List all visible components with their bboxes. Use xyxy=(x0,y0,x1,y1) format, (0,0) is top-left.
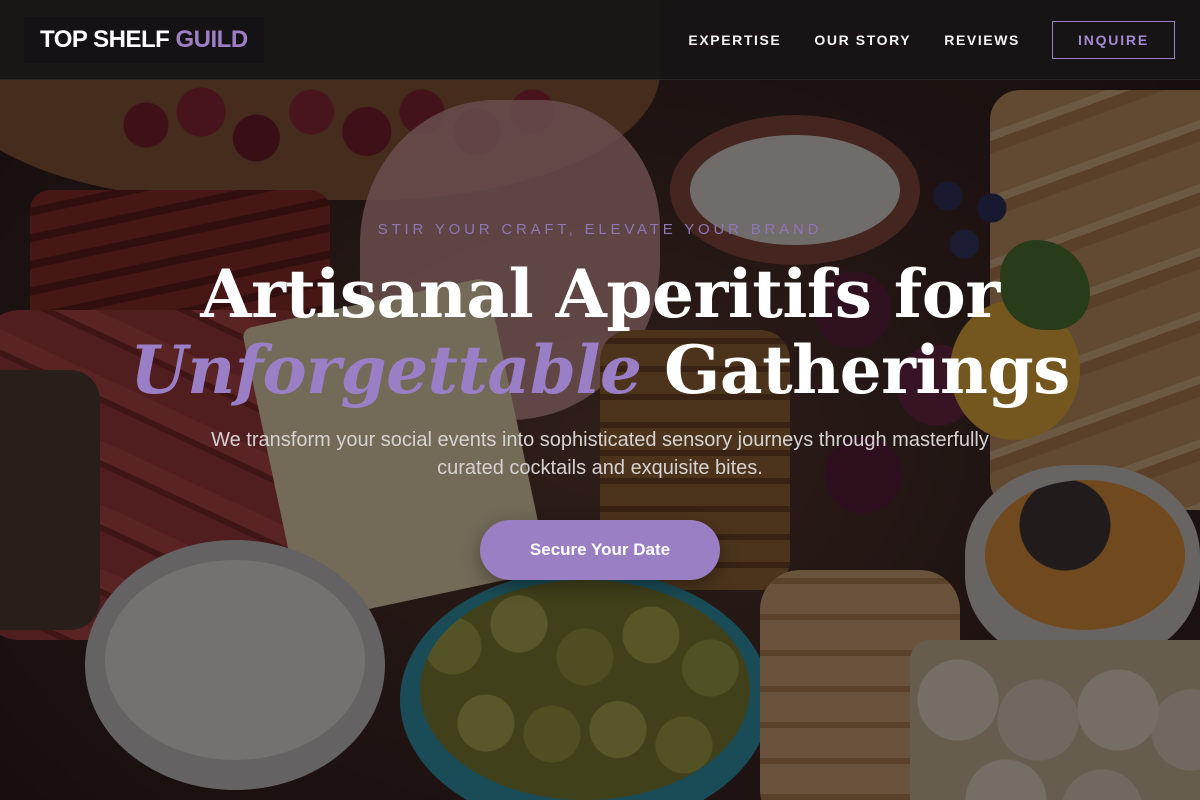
secure-your-date-button[interactable]: Secure Your Date xyxy=(480,520,720,580)
nav-link-reviews[interactable]: REVIEWS xyxy=(944,32,1020,48)
headline-rest: Gatherings xyxy=(641,331,1070,409)
logo-accent-text: GUILD xyxy=(175,25,248,53)
hero-subtext: We transform your social events into sop… xyxy=(211,429,989,479)
brand-logo[interactable]: TOP SHELF GUILD xyxy=(24,16,264,63)
nav-link-our-story[interactable]: OUR STORY xyxy=(814,32,911,48)
site-header: TOP SHELF GUILD EXPERTISE OUR STORY REVI… xyxy=(0,0,1200,80)
inquire-button[interactable]: INQUIRE xyxy=(1052,20,1175,59)
nav-link-expertise[interactable]: EXPERTISE xyxy=(688,32,781,48)
logo-text: TOP SHELF xyxy=(40,25,176,53)
hero-section: STIR YOUR CRAFT, ELEVATE YOUR BRAND Arti… xyxy=(0,80,1200,800)
headline-accent: Unforgettable xyxy=(130,331,642,409)
headline-line-2: Unforgettable Gatherings xyxy=(0,332,1200,408)
main-nav: EXPERTISE OUR STORY REVIEWS INQUIRE xyxy=(688,20,1175,59)
hero-headline: Artisanal Aperitifs for Unforgettable Ga… xyxy=(0,256,1200,408)
hero-eyebrow: STIR YOUR CRAFT, ELEVATE YOUR BRAND xyxy=(377,221,823,238)
headline-line-1: Artisanal Aperitifs for xyxy=(200,255,1000,333)
